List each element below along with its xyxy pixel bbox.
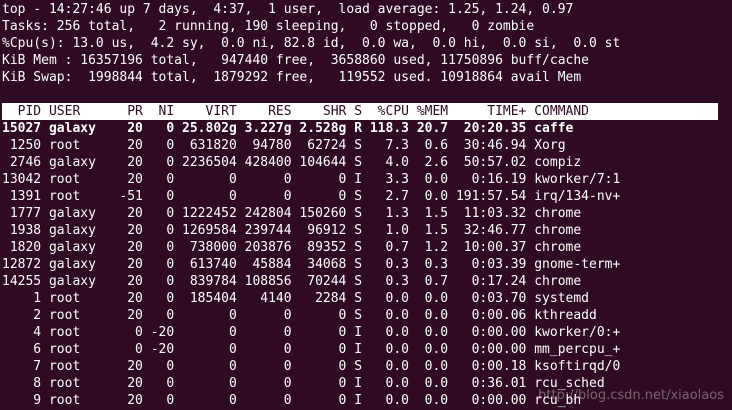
process-row: 1938 galaxy 20 0 1269584 239744 96912 S … bbox=[2, 223, 582, 238]
process-table-header: PID USER PR NI VIRT RES SHR S %CPU %MEM … bbox=[2, 103, 718, 120]
watermark: http://blog.csdn.net/xiaolaos bbox=[538, 388, 724, 403]
process-row: 1 root 20 0 185404 4140 2284 S 0.0 0.0 0… bbox=[2, 291, 589, 306]
process-row: 15027 galaxy 20 0 25.802g 3.227g 2.528g … bbox=[2, 121, 574, 136]
terminal-window[interactable]: top - 14:27:46 up 7 days, 4:37, 1 user, … bbox=[2, 1, 732, 410]
cpu-line: %Cpu(s): 13.0 us, 4.2 sy, 0.0 ni, 82.8 i… bbox=[2, 36, 621, 51]
tasks-line: Tasks: 256 total, 2 running, 190 sleepin… bbox=[2, 19, 535, 34]
process-table: 15027 galaxy 20 0 25.802g 3.227g 2.528g … bbox=[2, 120, 732, 409]
process-row: 1820 galaxy 20 0 738000 203876 89352 S 0… bbox=[2, 240, 582, 255]
process-row: 2746 galaxy 20 0 2236504 428400 104644 S… bbox=[2, 155, 582, 170]
process-row: 1391 root -51 0 0 0 0 S 2.7 0.0 191:57.5… bbox=[2, 189, 621, 204]
process-row: 1777 galaxy 20 0 1222452 242804 150260 S… bbox=[2, 206, 582, 221]
swap-line: KiB Swap: 1998844 total, 1879292 free, 1… bbox=[2, 70, 582, 85]
process-row: 6 root 0 -20 0 0 0 I 0.0 0.0 0:00.00 mm_… bbox=[2, 342, 621, 357]
process-row: 4 root 0 -20 0 0 0 I 0.0 0.0 0:00.00 kwo… bbox=[2, 325, 621, 340]
process-row: 13042 root 20 0 0 0 0 I 3.3 0.0 0:16.19 … bbox=[2, 172, 621, 187]
process-row: 2 root 20 0 0 0 0 S 0.0 0.0 0:00.06 kthr… bbox=[2, 308, 597, 323]
process-row: 1250 root 20 0 631820 94780 62724 S 7.3 … bbox=[2, 138, 566, 153]
process-row: 14255 galaxy 20 0 839784 108856 70244 S … bbox=[2, 274, 582, 289]
process-row: 7 root 20 0 0 0 0 S 0.0 0.0 0:00.18 ksof… bbox=[2, 359, 621, 374]
top-uptime-line: top - 14:27:46 up 7 days, 4:37, 1 user, … bbox=[2, 2, 574, 17]
process-row: 12872 galaxy 20 0 613740 45884 34068 S 0… bbox=[2, 257, 621, 272]
mem-line: KiB Mem : 16357196 total, 947440 free, 3… bbox=[2, 53, 589, 68]
